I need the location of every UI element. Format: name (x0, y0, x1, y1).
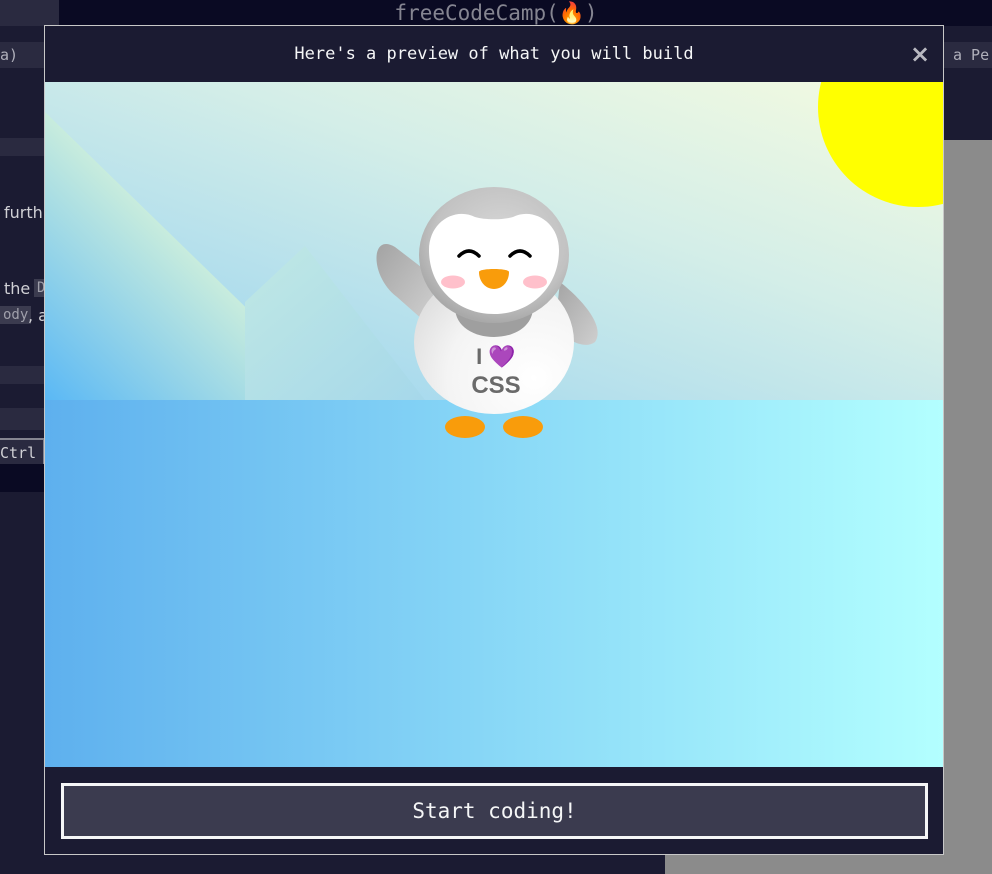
close-icon[interactable]: × (907, 40, 933, 68)
penguin-scene (45, 82, 943, 767)
brand-logo: freeCodeCamp(🔥) (394, 1, 598, 25)
preview-overlay (943, 140, 992, 874)
shirt-text: I (476, 344, 483, 369)
heart-icon: 💜 (488, 344, 516, 369)
start-coding-button[interactable]: Start coding! (61, 783, 928, 839)
preview-overlay (665, 855, 992, 874)
lesson-footer (45, 855, 665, 874)
project-preview: I 💜 CSS (45, 82, 943, 767)
preview-tab[interactable]: a Pe (943, 42, 992, 68)
penguin-left-foot (445, 416, 485, 438)
lesson-divider (0, 366, 45, 384)
lesson-code: ody (0, 306, 32, 324)
shirt-line-1: I 💜 (453, 344, 539, 372)
ground (45, 400, 943, 767)
penguin-right-cheek (523, 275, 547, 289)
penguin-right-foot (503, 416, 543, 438)
modal-footer: Start coding! (45, 767, 943, 854)
lesson-divider (0, 464, 45, 492)
preview-modal: Here's a preview of what you will build … (44, 25, 944, 855)
lesson-tab-label: a) (0, 46, 19, 64)
penguin-shirt: I 💜 CSS (453, 344, 539, 400)
penguin-left-cheek (441, 275, 465, 289)
lesson-text: furth (4, 203, 43, 222)
modal-title: Here's a preview of what you will build (294, 44, 694, 64)
lesson-text: the (4, 279, 31, 298)
lesson-divider (0, 138, 45, 156)
modal-header: Here's a preview of what you will build … (45, 26, 943, 82)
lesson-divider (0, 408, 45, 430)
shirt-line-2: CSS (471, 372, 521, 399)
